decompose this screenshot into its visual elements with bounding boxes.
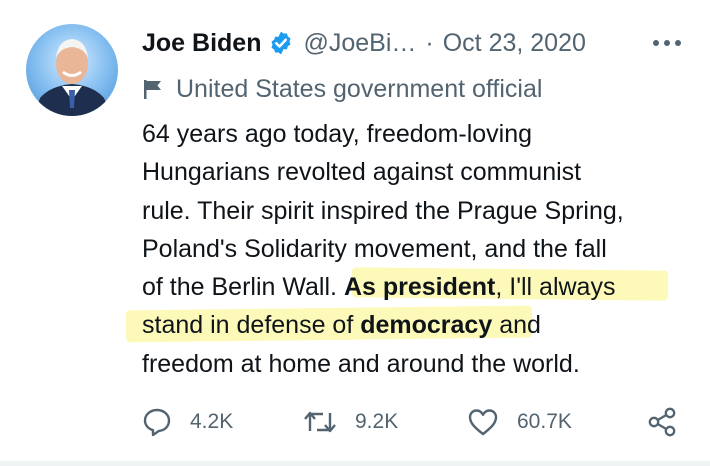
action-bar: 4.2K 9.2K 60.7K: [0, 400, 710, 444]
reply-count: 4.2K: [190, 410, 234, 433]
retweet-icon: [304, 411, 336, 433]
like-button[interactable]: 60.7K: [467, 404, 572, 440]
author-name[interactable]: Joe Biden: [142, 29, 261, 58]
share-button[interactable]: [646, 404, 678, 440]
avatar[interactable]: [26, 24, 118, 116]
tweet-header: Joe Biden @JoeBi… · Oct 23, 2020: [142, 26, 686, 60]
more-icon[interactable]: [650, 29, 684, 57]
divider: [0, 461, 710, 466]
tweet-date[interactable]: Oct 23, 2020: [443, 29, 586, 58]
retweet-count: 9.2K: [355, 410, 399, 433]
text-line: of the Berlin Wall. As president, I'll a…: [142, 273, 616, 302]
government-label: United States government official: [142, 72, 542, 106]
tweet-card: Joe Biden @JoeBi… · Oct 23, 2020 United …: [0, 0, 710, 466]
share-icon: [648, 407, 676, 437]
like-count: 60.7K: [517, 410, 572, 433]
verified-badge-icon: [271, 31, 292, 55]
text-line: freedom at home and around the world.: [142, 349, 580, 378]
reply-icon: [143, 408, 171, 437]
flag-icon: [144, 80, 161, 99]
text-line: rule. Their spirit inspired the Prague S…: [142, 196, 624, 225]
bold-phrase: As president: [343, 273, 496, 302]
separator-dot: ·: [425, 28, 434, 57]
like-icon: [468, 409, 498, 436]
avatar-portrait: [34, 39, 112, 116]
text-line: stand in defense of democracy and: [142, 311, 541, 340]
label-text: United States government official: [176, 74, 543, 103]
reply-button[interactable]: 4.2K: [142, 404, 233, 440]
bold-phrase: democracy: [360, 311, 493, 340]
text-line: Hungarians revolted against communist: [142, 158, 582, 187]
retweet-button[interactable]: 9.2K: [303, 404, 398, 440]
text-line: Poland's Solidarity movement, and the fa…: [142, 234, 607, 263]
author-handle[interactable]: @JoeBi…: [303, 29, 416, 58]
text-line: 64 years ago today, freedom-loving: [142, 120, 533, 148]
tweet-text: 64 years ago today, freedom-loving Hunga…: [142, 115, 692, 383]
